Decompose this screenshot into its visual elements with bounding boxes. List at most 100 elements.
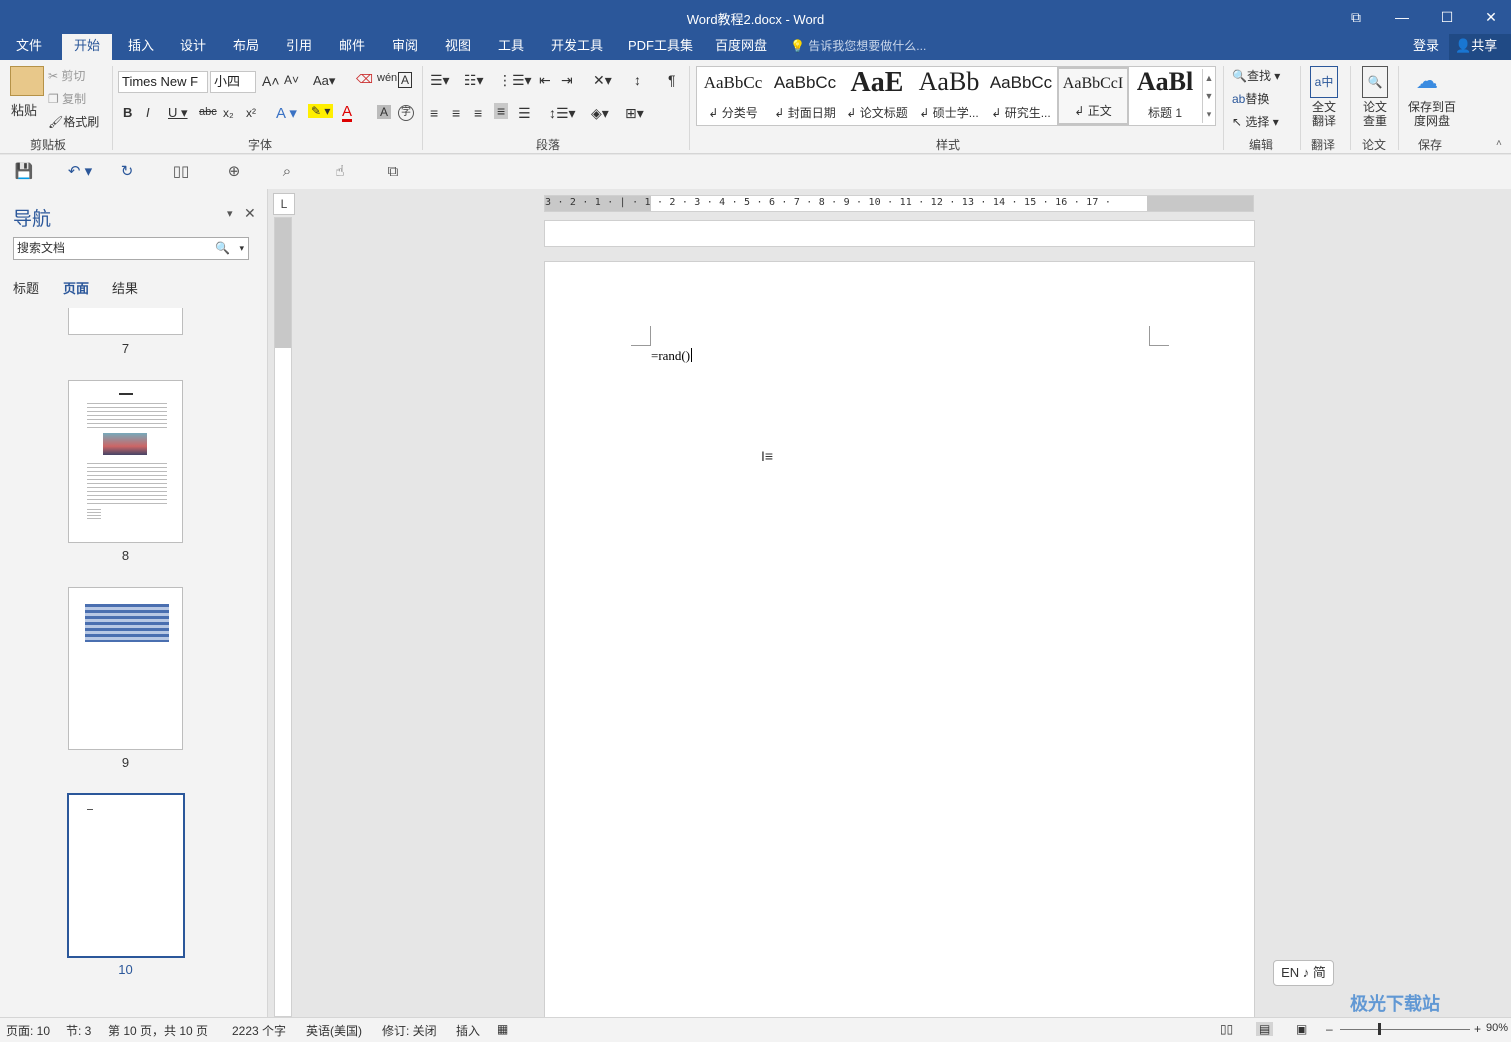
status-insert-mode[interactable]: 插入 [456,1022,480,1039]
minimize-button[interactable]: — [1388,6,1416,28]
status-track-changes[interactable]: 修订: 关闭 [382,1022,437,1039]
zoom-in-button[interactable]: + [1474,1022,1481,1036]
zoom-slider-thumb[interactable] [1378,1023,1381,1035]
style-item[interactable]: AaBbCc ↲ 分类号 [697,67,769,125]
tab-developer[interactable]: 开发工具 [541,34,613,60]
search-input[interactable]: 搜索文档 🔍 ▾ [13,237,249,260]
close-icon[interactable]: ✕ [244,205,256,222]
baidu-cloud-icon[interactable]: ☁ [1416,68,1438,94]
font-name-select[interactable]: Times New F [118,71,208,93]
zoom-level[interactable]: 90% [1486,1022,1508,1034]
grow-font-icon[interactable]: A˄ [262,73,280,89]
ribbon-display-icon[interactable]: ⧉ [1342,6,1370,28]
tab-selector[interactable]: L [273,193,295,215]
clear-format-icon[interactable]: ⌫ [356,72,373,86]
page-thumbnail-8[interactable] [68,380,183,543]
bold-icon[interactable]: B [123,105,132,120]
style-item-selected[interactable]: AaBbCcI ↲ 正文 [1057,67,1129,125]
horizontal-ruler[interactable]: 3 · 2 · 1 · | · 1 · 2 · 3 · 4 · 5 · 6 · … [544,195,1254,212]
print-layout-view-icon[interactable]: ▤ [1256,1022,1274,1036]
page-thumbnail-9[interactable] [68,587,183,750]
web-layout-icon[interactable]: ⊕ [223,161,245,183]
tab-layout[interactable]: 布局 [223,34,269,60]
tab-pages[interactable]: 页面 [63,278,89,297]
underline-icon[interactable]: U ▾ [168,105,188,121]
align-right-icon[interactable]: ≡ [474,105,482,121]
italic-icon[interactable]: I [146,105,150,120]
page-thumbnail-7[interactable] [68,308,183,335]
sort-icon[interactable]: ↕ [634,72,641,88]
styles-scroll[interactable]: ▲ ▼ ▾ [1202,69,1215,123]
ime-indicator[interactable]: EN ♪ 简 [1273,960,1334,986]
full-translate-button[interactable]: 全文翻译 [1311,100,1337,128]
change-case-icon[interactable]: Aa▾ [313,73,335,89]
distributed-icon[interactable]: ☰ [518,105,531,122]
tab-mailings[interactable]: 邮件 [329,34,375,60]
char-border-icon[interactable]: A [398,72,413,88]
read-mode-icon[interactable]: ▯▯ [170,161,192,183]
font-size-select[interactable]: 小四 [210,71,256,93]
replace-button[interactable]: ab替换 [1232,90,1269,107]
format-painter-button[interactable]: 🖌格式刷 [48,113,99,130]
redo-icon[interactable]: ↻ [116,161,138,183]
subscript-icon[interactable]: x₂ [223,106,234,120]
tab-insert[interactable]: 插入 [118,34,164,60]
text-effects-icon[interactable]: A ▾ [276,104,297,122]
zoom-out-button[interactable]: – [1326,1022,1333,1036]
multilevel-list-icon[interactable]: ⋮☰▾ [498,72,532,89]
numbering-icon[interactable]: ☷▾ [464,72,484,89]
save-icon[interactable]: 💾 [13,161,35,183]
show-marks-icon[interactable]: ¶ [668,72,676,88]
line-spacing-icon[interactable]: ↕☰▾ [549,105,576,122]
style-item[interactable]: AaBbCc ↲ 封面日期 [769,67,841,125]
status-section[interactable]: 节: 3 [66,1022,91,1039]
chevron-down-icon[interactable]: ▾ [239,238,244,259]
strikethrough-icon[interactable]: abc [199,106,217,118]
paper-check-icon[interactable]: 🔍 [1362,66,1388,98]
superscript-icon[interactable]: x² [246,106,256,120]
macro-record-icon[interactable]: ▦ [497,1022,508,1036]
decrease-indent-icon[interactable]: ⇤ [539,72,551,89]
justify-icon[interactable]: ≡ [494,103,509,119]
collapse-ribbon-icon[interactable]: ˄ [1496,138,1502,149]
print-preview-icon[interactable]: ⌕ [276,161,298,183]
save-to-baidu-button[interactable]: 保存到百度网盘 [1406,100,1458,128]
vertical-ruler[interactable] [274,217,292,1017]
tab-review[interactable]: 审阅 [382,34,428,60]
status-word-count[interactable]: 2223 个字 [232,1022,286,1039]
align-left-icon[interactable]: ≡ [430,105,438,121]
select-button[interactable]: ↖ 选择 ▾ [1232,113,1279,130]
shrink-font-icon[interactable]: A˅ [284,73,299,87]
style-item[interactable]: AaBbCc ↲ 研究生... [985,67,1057,125]
tab-results[interactable]: 结果 [112,278,138,297]
tab-baidu-netdisk[interactable]: 百度网盘 [705,34,777,60]
status-page-of[interactable]: 第 10 页，共 10 页 [108,1022,208,1039]
undo-icon[interactable]: ↶ ▾ [62,161,98,183]
web-layout-view-icon[interactable]: ▣ [1296,1022,1307,1036]
status-page[interactable]: 页面: 10 [6,1022,50,1039]
tab-references[interactable]: 引用 [276,34,322,60]
status-language[interactable]: 英语(美国) [306,1022,362,1039]
tab-home[interactable]: 开始 [62,34,112,60]
find-button[interactable]: 🔍查找 ▾ [1232,67,1280,84]
font-color-icon[interactable]: A [342,104,353,122]
tell-me-box[interactable]: 💡 告诉我您想要做什么... [790,34,926,58]
tab-pdf-tools[interactable]: PDF工具集 [618,34,703,60]
nav-options-icon[interactable]: ▾ [227,207,233,220]
document-page[interactable]: =rand() I≡ [544,261,1255,1021]
page-thumbnail-10[interactable] [67,793,185,958]
login-link[interactable]: 登录 [1413,34,1439,58]
tab-tools[interactable]: 工具 [488,34,534,60]
tab-view[interactable]: 视图 [435,34,481,60]
paste-button[interactable]: 粘贴 [11,100,37,119]
document-text[interactable]: =rand() [651,348,693,364]
bullets-icon[interactable]: ☰▾ [430,72,450,89]
shading-icon[interactable]: ◈▾ [591,105,609,122]
increase-indent-icon[interactable]: ⇥ [561,72,573,89]
translate-icon[interactable]: a中 [1310,66,1338,98]
close-button[interactable]: ✕ [1477,6,1505,28]
style-item[interactable]: AaBb ↲ 硕士学... [913,67,985,125]
style-item[interactable]: AaE ↲ 论文标题 [841,67,913,125]
read-mode-view-icon[interactable]: ▯▯ [1220,1022,1233,1036]
cut-button[interactable]: ✂ 剪切 [48,67,85,84]
